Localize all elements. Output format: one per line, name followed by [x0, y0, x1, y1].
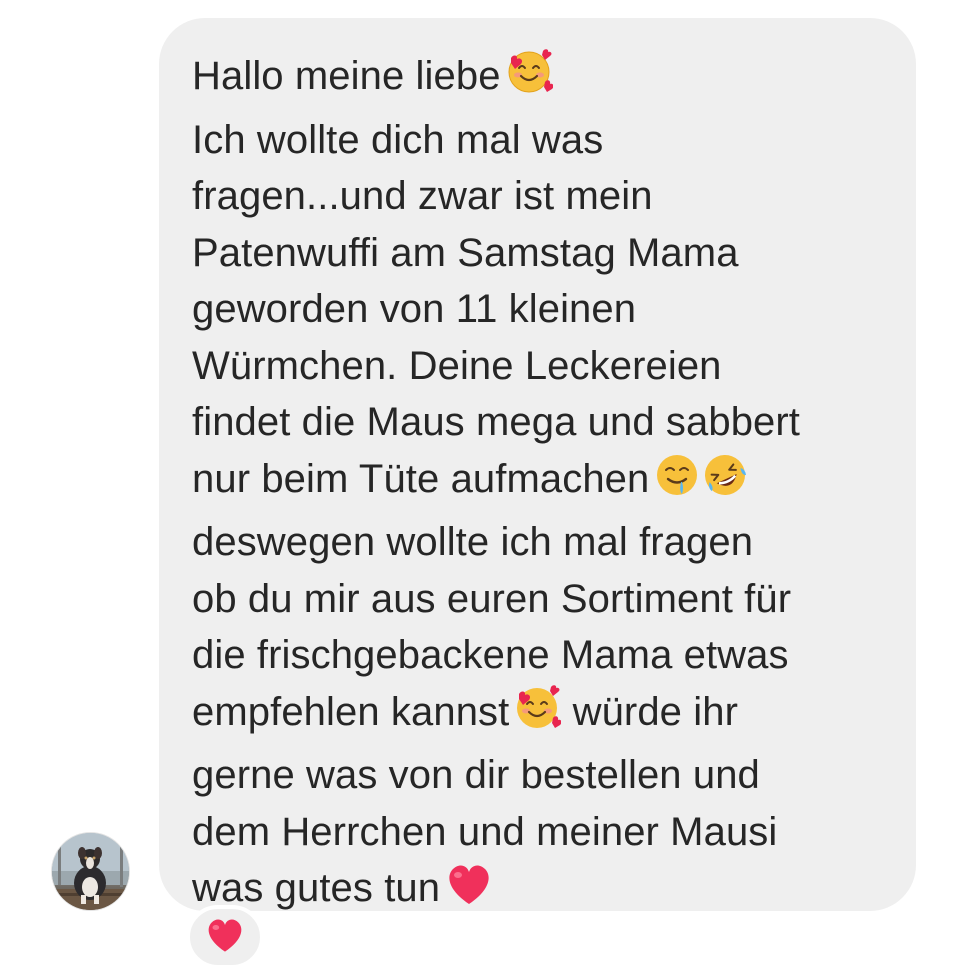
smiling-face-with-hearts-icon — [505, 48, 554, 112]
heart-reaction-badge[interactable] — [186, 905, 264, 969]
rolling-on-floor-laughing-icon — [701, 451, 749, 515]
message-line: deswegen wollte ich mal fragen — [192, 520, 754, 564]
message-line: Patenwuffi am Samstag Mama — [192, 230, 739, 275]
message-line: dem Herrchen und meiner Mausi — [192, 809, 778, 854]
message-line: findet die Maus mega und sabbert — [192, 400, 801, 444]
message-line: fragen...und zwar ist mein — [192, 174, 653, 218]
message-line: gerne was von dir bestellen und — [192, 753, 760, 797]
message-line: Hallo meine liebe — [192, 48, 896, 112]
message-line: Würmchen. Deine Leckereien — [192, 343, 722, 388]
message-line: geworden von 11 kleinen — [192, 287, 637, 331]
chat-thread: Hallo meine liebe Ich wollte dich mal wa… — [0, 0, 971, 974]
message-line: was gutes tun — [192, 860, 896, 924]
red-heart-icon — [444, 860, 494, 924]
message-line: ob du mir aus euren Sortiment für — [192, 576, 792, 621]
message-line: empfehlen kannst würde ihr — [192, 684, 896, 748]
message-bubble[interactable]: Hallo meine liebe Ich wollte dich mal wa… — [159, 18, 916, 911]
red-heart-icon — [203, 915, 247, 960]
sender-avatar[interactable] — [51, 832, 130, 911]
message-line: die frischgebackene Mama etwas — [192, 633, 789, 677]
drooling-face-icon — [653, 451, 701, 515]
smiling-face-with-hearts-icon — [513, 684, 562, 748]
message-line: Ich wollte dich mal was — [192, 117, 604, 162]
dog-avatar-icon — [52, 833, 129, 910]
message-line: nur beim Tüte aufmachen — [192, 451, 896, 515]
